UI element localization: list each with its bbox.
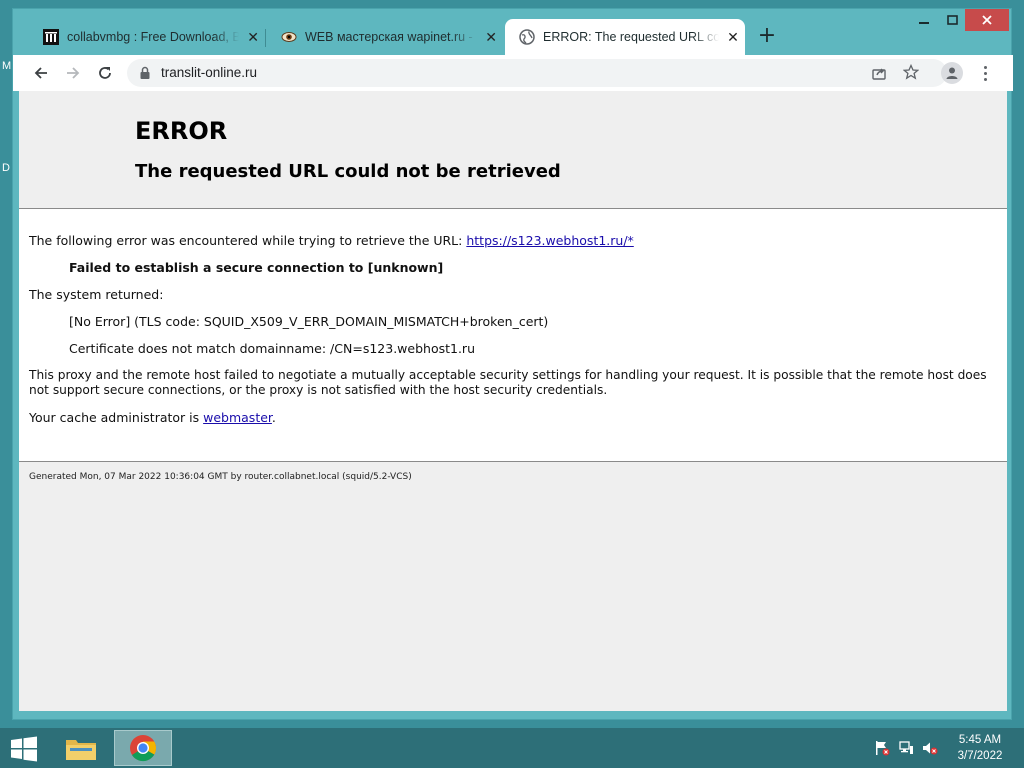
failure-message: Failed to establish a secure connection … xyxy=(69,260,444,275)
error-header: ERROR The requested URL could not be ret… xyxy=(19,91,1007,209)
address-bar[interactable]: translit-online.ru xyxy=(127,59,947,87)
webmaster-link[interactable]: webmaster xyxy=(203,410,272,425)
chrome-icon xyxy=(130,735,157,762)
arrow-left-icon xyxy=(34,67,47,79)
forward-button[interactable] xyxy=(59,59,87,87)
system-error: [No Error] (TLS code: SQUID_X509_V_ERR_D… xyxy=(69,314,549,329)
tab-strip: collabvmbg : Free Download, Bo ✕ WEB мас… xyxy=(13,9,1013,55)
new-tab-button[interactable]: + xyxy=(755,25,779,49)
windows-logo-icon xyxy=(11,736,37,762)
intro-text: The following error was encountered whil… xyxy=(29,233,467,248)
flag-warning-icon[interactable] xyxy=(874,740,890,756)
page-content: ERROR The requested URL could not be ret… xyxy=(19,91,1007,711)
folder-icon xyxy=(66,740,96,760)
archive-building-icon xyxy=(43,29,59,45)
explanation-line-2: not support secure connections, or the p… xyxy=(29,383,608,397)
generated-info: Generated Mon, 07 Mar 2022 10:36:04 GMT … xyxy=(29,472,412,482)
tab-title: collabvmbg : Free Download, Bo xyxy=(67,30,240,44)
tab-separator xyxy=(265,29,266,47)
file-explorer-taskbar-button[interactable] xyxy=(52,730,110,766)
browser-window: collabvmbg : Free Download, Bo ✕ WEB мас… xyxy=(12,8,1013,720)
minimize-button[interactable] xyxy=(911,9,937,31)
taskbar: 5:45 AM 3/7/2022 xyxy=(0,728,1024,768)
browser-menu-button[interactable] xyxy=(975,63,995,83)
clock-date: 3/7/2022 xyxy=(957,750,1003,762)
reload-button[interactable] xyxy=(91,59,119,87)
admin-suffix: . xyxy=(271,410,276,425)
desktop-label-d: D xyxy=(2,162,10,174)
system-clock[interactable]: 5:45 AM 3/7/2022 xyxy=(948,732,1012,764)
back-button[interactable] xyxy=(27,59,55,87)
minimize-icon xyxy=(919,22,929,24)
admin-paragraph: Your cache administrator is webmaster. xyxy=(29,410,276,425)
profile-avatar[interactable] xyxy=(941,62,963,84)
menu-dot xyxy=(983,65,987,69)
maximize-icon xyxy=(946,15,958,25)
bookmark-star-icon[interactable] xyxy=(902,63,920,84)
menu-dot xyxy=(983,71,987,75)
error-title: ERROR xyxy=(135,117,228,145)
explanation-line-1: This proxy and the remote host failed to… xyxy=(29,368,987,382)
start-button[interactable] xyxy=(10,736,38,762)
close-icon xyxy=(982,15,992,25)
close-window-button[interactable] xyxy=(965,9,1009,31)
tab-title: ERROR: The requested URL could xyxy=(543,30,719,44)
url-text[interactable]: translit-online.ru xyxy=(161,65,257,80)
certificate-message: Certificate does not match domainname: /… xyxy=(69,341,475,356)
globe-icon xyxy=(519,29,535,45)
reload-icon xyxy=(99,67,111,79)
lock-icon xyxy=(139,65,151,84)
error-footer: Generated Mon, 07 Mar 2022 10:36:04 GMT … xyxy=(19,461,1007,711)
intro-paragraph: The following error was encountered whil… xyxy=(29,233,634,248)
system-returned-label: The system returned: xyxy=(29,287,164,302)
arrow-right-icon xyxy=(67,67,80,79)
close-tab-icon[interactable]: ✕ xyxy=(483,29,499,45)
tab-error[interactable]: ERROR: The requested URL could ✕ xyxy=(505,19,745,55)
chrome-taskbar-button[interactable] xyxy=(114,730,172,766)
tab-wapinet[interactable]: WEB мастерская wapinet.ru - Sc ✕ xyxy=(267,19,499,55)
menu-dot xyxy=(983,77,987,81)
eye-icon xyxy=(281,29,297,45)
browser-toolbar: translit-online.ru xyxy=(13,55,1013,91)
desktop-label-m: M xyxy=(2,60,12,72)
maximize-button[interactable] xyxy=(939,9,965,31)
requested-url-link[interactable]: https://s123.webhost1.ru/* xyxy=(466,233,633,248)
close-tab-icon[interactable]: ✕ xyxy=(245,29,261,45)
tab-title: WEB мастерская wapinet.ru - Sc xyxy=(305,30,478,44)
network-icon[interactable] xyxy=(898,740,914,756)
speaker-muted-icon[interactable] xyxy=(922,740,938,756)
clock-time: 5:45 AM xyxy=(958,734,1002,746)
tab-collabvmbg[interactable]: collabvmbg : Free Download, Bo ✕ xyxy=(29,19,261,55)
share-icon[interactable] xyxy=(871,65,887,85)
person-icon xyxy=(946,67,958,79)
error-subtitle: The requested URL could not be retrieved xyxy=(135,161,561,182)
close-tab-icon[interactable]: ✕ xyxy=(725,29,741,45)
admin-prefix: Your cache administrator is xyxy=(29,410,204,425)
